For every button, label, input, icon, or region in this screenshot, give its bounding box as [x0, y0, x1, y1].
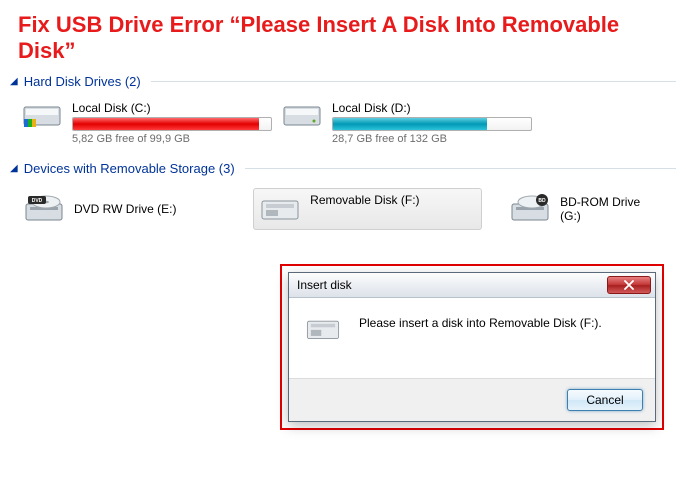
bd-rom-drive-icon: BD [510, 194, 550, 224]
dialog-highlight-frame: Insert disk Please insert a disk into Re… [280, 264, 664, 430]
drive-dvd-rw[interactable]: DVD DVD RW Drive (E:) [16, 188, 233, 230]
drive-bd-rom[interactable]: BD BD-ROM Drive (G:) [502, 188, 670, 230]
usage-bar [332, 117, 532, 131]
drive-removable-f[interactable]: Removable Disk (F:) [253, 188, 482, 230]
drive-label: BD-ROM Drive (G:) [560, 195, 662, 223]
drive-local-c[interactable]: Local Disk (C:) 5,82 GB free of 99,9 GB [16, 97, 256, 149]
divider [245, 168, 676, 169]
drive-label: Removable Disk (F:) [310, 193, 419, 207]
section-label: Devices with Removable Storage (3) [24, 161, 235, 176]
dialog-titlebar[interactable]: Insert disk [289, 273, 655, 298]
section-hard-disk-drives[interactable]: ◢ Hard Disk Drives (2) [0, 72, 686, 91]
section-label: Hard Disk Drives (2) [24, 74, 141, 89]
svg-text:DVD: DVD [32, 198, 43, 204]
hard-drive-icon [282, 101, 322, 131]
removable-drive-icon [260, 193, 300, 223]
usage-bar-fill [333, 118, 487, 130]
cancel-button[interactable]: Cancel [567, 389, 643, 411]
dvd-drive-icon: DVD [24, 194, 64, 224]
hard-drive-icon [22, 101, 62, 131]
close-icon [623, 280, 635, 290]
usage-bar [72, 117, 272, 131]
collapse-icon: ◢ [10, 163, 18, 174]
drive-label: Local Disk (C:) [72, 101, 272, 115]
drive-label: Local Disk (D:) [332, 101, 532, 115]
usage-bar-fill [73, 118, 259, 130]
page-title: Fix USB Drive Error “Please Insert A Dis… [0, 0, 686, 72]
close-button[interactable] [607, 276, 651, 294]
svg-text:BD: BD [539, 198, 547, 204]
collapse-icon: ◢ [10, 76, 18, 87]
divider [151, 81, 676, 82]
drive-local-d[interactable]: Local Disk (D:) 28,7 GB free of 132 GB [276, 97, 516, 149]
section-removable-storage[interactable]: ◢ Devices with Removable Storage (3) [0, 159, 686, 178]
drive-free-space: 5,82 GB free of 99,9 GB [72, 133, 272, 145]
dialog-title-text: Insert disk [297, 278, 352, 292]
drive-label: DVD RW Drive (E:) [74, 202, 176, 216]
drive-free-space: 28,7 GB free of 132 GB [332, 133, 532, 145]
removable-drive-icon [305, 316, 341, 342]
insert-disk-dialog: Insert disk Please insert a disk into Re… [288, 272, 656, 422]
dialog-message: Please insert a disk into Removable Disk… [359, 314, 602, 366]
